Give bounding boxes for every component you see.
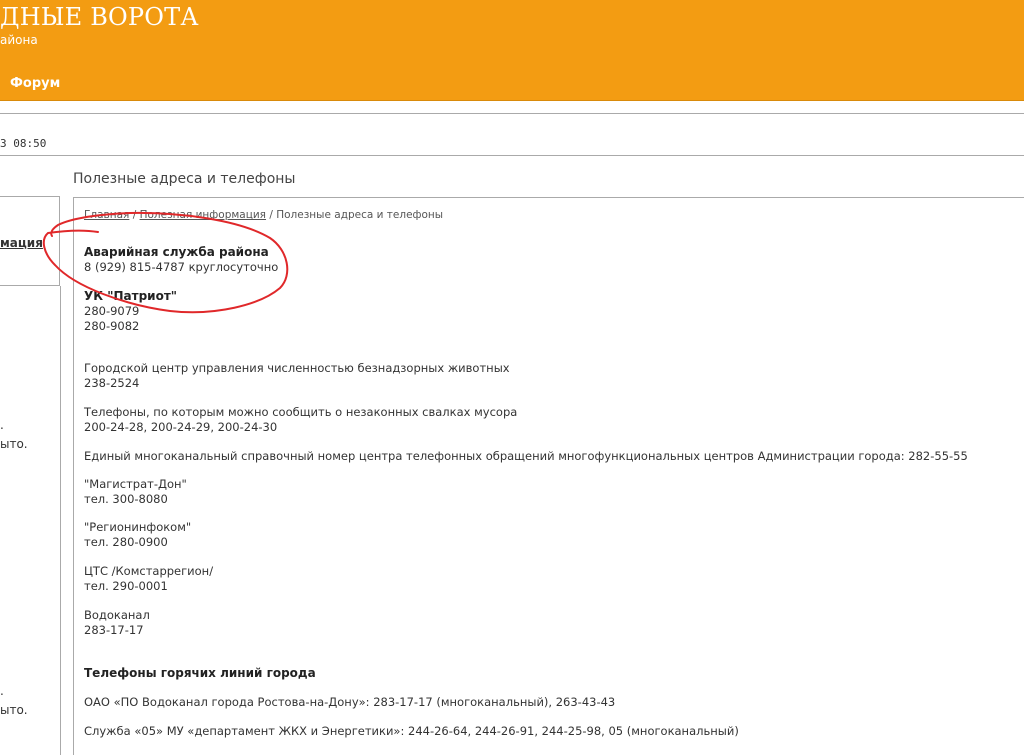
contact-title: Водоканал bbox=[84, 608, 150, 622]
contact-phone: 200-24-28, 200-24-29, 200-24-30 bbox=[84, 420, 278, 434]
site-title[interactable]: ДНЫЕ ВОРОТА bbox=[0, 3, 199, 31]
site-header: ДНЫЕ ВОРОТА айона Форум bbox=[0, 0, 1024, 101]
contact-phone: тел. 290-0001 bbox=[84, 579, 168, 593]
breadcrumb-separator: / bbox=[129, 209, 140, 221]
divider bbox=[0, 113, 1024, 114]
contact-phone: 283-17-17 bbox=[84, 623, 144, 637]
contact-title: УК "Патриот" bbox=[84, 289, 178, 303]
sidebar-text: . bbox=[0, 418, 4, 432]
contact-title: "Магистрат-Дон" bbox=[84, 477, 187, 491]
hotline-text: ОАО «ПО Водоканал города Ростова-на-Дону… bbox=[84, 695, 616, 709]
contact-regioninfo: "Регионинфоком" тел. 280-0900 bbox=[84, 520, 191, 550]
nav-forum-link[interactable]: Форум bbox=[10, 76, 60, 91]
breadcrumb-current: Полезные адреса и телефоны bbox=[276, 209, 444, 221]
contact-dumps: Телефоны, по которым можно сообщить о не… bbox=[84, 405, 517, 435]
breadcrumb: Главная / Полезная информация / Полезные… bbox=[84, 209, 443, 221]
contact-emergency: Аварийная служба района 8 (929) 815-4787… bbox=[84, 245, 278, 275]
divider bbox=[0, 155, 1024, 156]
sidebar-text: ыто. bbox=[0, 703, 28, 717]
contact-title: Телефоны, по которым можно сообщить о не… bbox=[84, 405, 518, 419]
contact-magistrat: "Магистрат-Дон" тел. 300-8080 bbox=[84, 477, 187, 507]
page-title: Полезные адреса и телефоны bbox=[73, 171, 296, 187]
contact-vodokanal: Водоканал 283-17-17 bbox=[84, 608, 150, 638]
hotlines-section: Телефоны горячих линий города bbox=[84, 666, 316, 681]
breadcrumb-home-link[interactable]: Главная bbox=[84, 209, 129, 221]
sidebar-text: . bbox=[0, 684, 4, 698]
breadcrumb-separator: / bbox=[266, 209, 277, 221]
sidebar-item-useful-info[interactable]: мация bbox=[0, 236, 43, 250]
contact-title: "Регионинфоком" bbox=[84, 520, 192, 534]
hotline-item: Служба «05» МУ «департамент ЖКХ и Энерге… bbox=[84, 724, 739, 739]
hotline-item: ОАО «ПО Водоканал города Ростова-на-Дону… bbox=[84, 695, 615, 710]
contact-uk-patriot: УК "Патриот" 280-9079 280-9082 bbox=[84, 289, 177, 334]
hotlines-title: Телефоны горячих линий города bbox=[84, 666, 316, 680]
hotline-text: Служба «05» МУ «департамент ЖКХ и Энерге… bbox=[84, 724, 739, 738]
contact-phone: тел. 300-8080 bbox=[84, 492, 168, 506]
contact-phone: 280-9079 bbox=[84, 304, 140, 318]
contact-line: Единый многоканальный справочный номер ц… bbox=[84, 449, 968, 463]
contact-title: Аварийная служба района bbox=[84, 245, 269, 259]
contact-mfc: Единый многоканальный справочный номер ц… bbox=[84, 449, 968, 464]
contact-phone: тел. 280-0900 bbox=[84, 535, 168, 549]
contact-phone: 8 (929) 815-4787 круглосуточно bbox=[84, 260, 279, 274]
contact-title: Городской центр управления численностью … bbox=[84, 361, 510, 375]
contact-animals: Городской центр управления численностью … bbox=[84, 361, 510, 391]
contact-phone: 280-9082 bbox=[84, 319, 140, 333]
breadcrumb-useful-info-link[interactable]: Полезная информация bbox=[140, 209, 266, 221]
sidebar-border bbox=[60, 286, 61, 755]
contact-cts: ЦТС /Комстаррегион/ тел. 290-0001 bbox=[84, 564, 213, 594]
contact-title: ЦТС /Комстаррегион/ bbox=[84, 564, 214, 578]
datetime: 3 08:50 bbox=[0, 137, 47, 150]
sidebar-text: ыто. bbox=[0, 437, 28, 451]
contact-phone: 238-2524 bbox=[84, 376, 140, 390]
site-subtitle: айона bbox=[0, 33, 38, 47]
